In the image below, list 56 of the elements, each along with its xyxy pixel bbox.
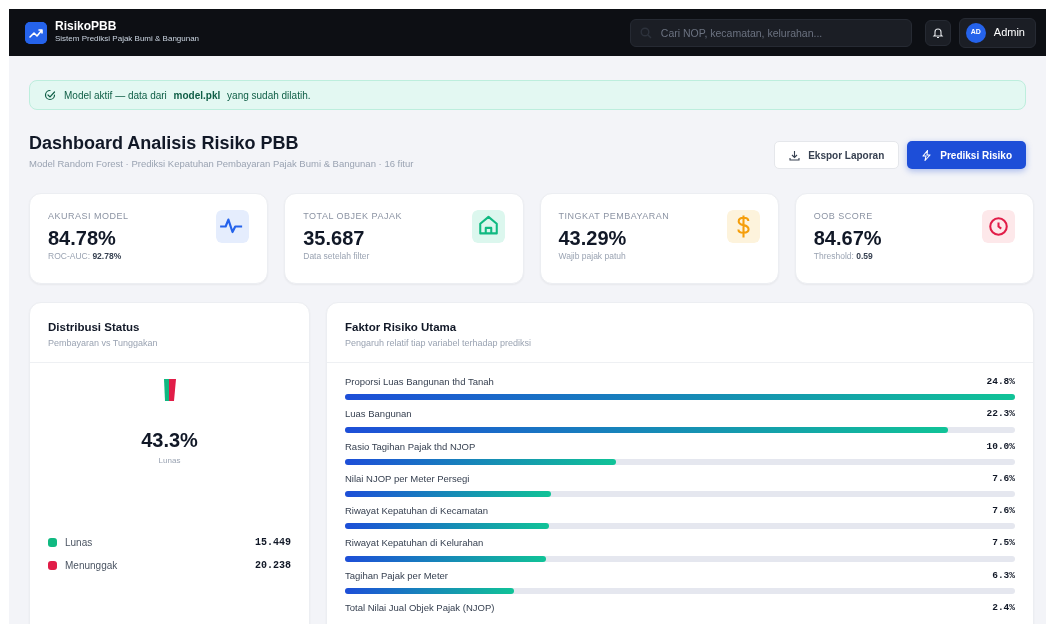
alert-text: Model aktif — data dari model.pkl yang sudah dilatih. <box>64 88 311 103</box>
stat-note: Wajib pajak patuh <box>558 249 627 263</box>
legend-value: 20.238 <box>255 559 291 573</box>
factor-label: Riwayat Kepatuhan di Kelurahan <box>345 536 484 551</box>
stat-value: 43.29% <box>558 225 628 250</box>
factor-value: 7.6% <box>992 504 1015 518</box>
page-subtitle: Model Random Forest · Prediksi Kepatuhan Pembayaran Pajak Bumi & Bangunan · 16 fitur <box>29 157 414 171</box>
house-icon <box>471 210 505 244</box>
factor-value: 2.4% <box>992 600 1015 615</box>
factor-value: 6.3% <box>992 568 1015 583</box>
factor-label: Total Nilai Jual Objek Pajak (NJOP) <box>345 600 495 615</box>
stat-value: 35.687 <box>303 225 366 250</box>
clock-icon <box>982 210 1015 244</box>
notification-button[interactable] <box>924 19 951 46</box>
factor-label: Rasio Tagihan Pajak thd NJOP <box>345 439 476 454</box>
panel-title: Distribusi Status <box>48 320 141 336</box>
panel-subtitle: Pengaruh relatif tiap variabel terhadap prediksi <box>345 336 533 350</box>
stat-note: Threshold: 0.59 <box>813 249 874 263</box>
app-name: RisikoPBB <box>55 19 118 34</box>
stat-note: Data setelah filter <box>303 249 371 263</box>
search-field[interactable]: Cari NOP, kecamatan, kelurahan... <box>629 18 912 47</box>
legend-label: Lunas <box>65 536 93 550</box>
page-title: Dashboard Analisis Risiko PBB <box>29 132 300 155</box>
pulse-icon <box>216 210 250 244</box>
stat-value: 84.67% <box>813 225 882 250</box>
logo-icon <box>25 21 47 44</box>
factor-value: 7.5% <box>992 536 1015 551</box>
donut-chart-drawing <box>163 379 176 401</box>
stat-value: 84.78% <box>48 225 117 250</box>
factor-label: Nilai NJOP per Meter Persegi <box>345 471 470 486</box>
stat-label: OOB SCORE <box>813 210 874 224</box>
center-label: Lunas <box>158 455 181 467</box>
bell-icon <box>931 26 944 39</box>
dollar-icon <box>726 210 760 244</box>
legend-label: Menunggak <box>65 559 118 573</box>
factor-value: 10.0% <box>986 439 1015 454</box>
stat-label: TINGKAT PEMBAYARAN <box>558 210 670 224</box>
center-value: 43.3% <box>141 428 198 453</box>
stat-label: TOTAL OBJEK PAJAK <box>303 210 402 224</box>
stat-note: ROC-AUC: 92.78% <box>48 249 123 263</box>
factor-label: Riwayat Kepatuhan di Kecamatan <box>345 504 489 518</box>
factor-value: 24.8% <box>986 375 1015 389</box>
stat-label: AKURASI MODEL <box>48 210 129 224</box>
legend-value: 15.449 <box>255 536 291 550</box>
factor-label: Luas Bangunan <box>345 407 412 422</box>
panel-subtitle: Pembayaran vs Tunggakan <box>48 336 159 350</box>
app-tagline: Sistem Prediksi Pajak Bumi & Bangunan <box>55 33 200 46</box>
factor-label: Proporsi Luas Bangunan thd Tanah <box>345 375 494 389</box>
factor-value: 22.3% <box>986 407 1015 422</box>
panel-title: Faktor Risiko Utama <box>345 320 458 336</box>
lightning-icon <box>921 149 933 161</box>
download-icon <box>789 149 801 161</box>
factor-value: 7.6% <box>992 471 1015 486</box>
predict-button[interactable]: Prediksi Risiko <box>907 141 1026 170</box>
factor-label: Tagihan Pajak per Meter <box>345 568 448 583</box>
export-button[interactable]: Ekspor Laporan <box>774 141 900 170</box>
